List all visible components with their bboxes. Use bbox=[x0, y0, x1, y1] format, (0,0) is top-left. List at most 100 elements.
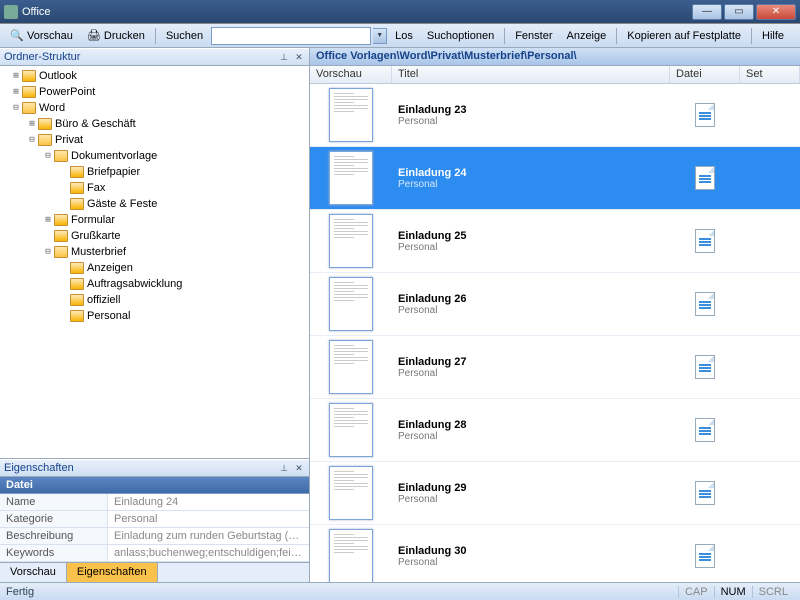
list-item[interactable]: Einladung 26Personal bbox=[310, 273, 800, 336]
folder-icon bbox=[22, 86, 36, 98]
tree-node[interactable]: Fax bbox=[2, 180, 307, 196]
print-icon: 🖨 bbox=[87, 29, 101, 43]
expand-icon[interactable]: ⊞ bbox=[26, 119, 38, 129]
expand-icon[interactable]: ⊞ bbox=[42, 215, 54, 225]
template-list[interactable]: Einladung 23PersonalEinladung 24Personal… bbox=[310, 84, 800, 582]
item-title: Einladung 28 bbox=[398, 419, 664, 431]
tree-node[interactable]: ⊟Dokumentvorlage bbox=[2, 148, 307, 164]
properties-pane: Eigenschaften ⊥ ✕ Datei NameEinladung 24… bbox=[0, 458, 309, 562]
expand-icon[interactable]: ⊟ bbox=[42, 247, 54, 257]
expand-icon[interactable]: ⊟ bbox=[26, 135, 38, 145]
tree-node[interactable]: ⊟Word bbox=[2, 100, 307, 116]
list-header: Vorschau Titel Datei Set bbox=[310, 66, 800, 84]
tree-label: Gäste & Feste bbox=[87, 198, 157, 210]
kopieren-button[interactable]: Kopieren auf Festplatte bbox=[621, 28, 747, 44]
tab-eigenschaften[interactable]: Eigenschaften bbox=[67, 563, 158, 582]
property-value[interactable]: Einladung zum runden Geburtstag (Run bbox=[108, 528, 309, 544]
list-item[interactable]: Einladung 25Personal bbox=[310, 210, 800, 273]
document-icon bbox=[695, 355, 715, 379]
properties-header: Eigenschaften ⊥ ✕ bbox=[0, 459, 309, 477]
list-item[interactable]: Einladung 28Personal bbox=[310, 399, 800, 462]
item-category: Personal bbox=[398, 116, 664, 127]
tree-label: Büro & Geschäft bbox=[55, 118, 136, 130]
pin-icon[interactable]: ⊥ bbox=[278, 51, 290, 63]
properties-group-header[interactable]: Datei bbox=[0, 477, 309, 494]
document-icon bbox=[695, 103, 715, 127]
tree-node[interactable]: Auftragsabwicklung bbox=[2, 276, 307, 292]
col-titel[interactable]: Titel bbox=[392, 66, 670, 83]
tree-label: Formular bbox=[71, 214, 115, 226]
minimize-button[interactable]: — bbox=[692, 4, 722, 20]
list-item[interactable]: Einladung 23Personal bbox=[310, 84, 800, 147]
col-datei[interactable]: Datei bbox=[670, 66, 740, 83]
tree-node[interactable]: ⊞ Büro & Geschäft bbox=[2, 116, 307, 132]
folder-icon bbox=[70, 166, 84, 178]
toolbar: 🔍 Vorschau 🖨 Drucken Suchen ▼ Los Suchop… bbox=[0, 24, 800, 48]
maximize-button[interactable]: ▭ bbox=[724, 4, 754, 20]
property-row[interactable]: KategoriePersonal bbox=[0, 511, 309, 528]
item-title: Einladung 29 bbox=[398, 482, 664, 494]
los-button[interactable]: Los bbox=[389, 28, 419, 44]
property-value[interactable]: Personal bbox=[108, 511, 309, 527]
close-icon[interactable]: ✕ bbox=[293, 462, 305, 474]
tree-label: Personal bbox=[87, 310, 130, 322]
property-value[interactable]: anlass;buchenweg;entschuldigen;feier; bbox=[108, 545, 309, 561]
tree-label: Anzeigen bbox=[87, 262, 133, 274]
window-title: Office bbox=[22, 6, 51, 18]
expand-icon[interactable]: ⊟ bbox=[10, 103, 22, 113]
fenster-button[interactable]: Fenster bbox=[509, 28, 558, 44]
expand-icon[interactable]: ⊞ bbox=[10, 87, 22, 97]
folder-icon bbox=[54, 150, 68, 162]
hilfe-button[interactable]: Hilfe bbox=[756, 28, 790, 44]
tree-label: Outlook bbox=[39, 70, 77, 82]
list-item[interactable]: Einladung 24Personal bbox=[310, 147, 800, 210]
property-row[interactable]: NameEinladung 24 bbox=[0, 494, 309, 511]
property-row[interactable]: Keywordsanlass;buchenweg;entschuldigen;f… bbox=[0, 545, 309, 562]
search-dropdown-button[interactable]: ▼ bbox=[373, 28, 387, 44]
expand-icon[interactable]: ⊞ bbox=[10, 71, 22, 81]
item-category: Personal bbox=[398, 557, 664, 568]
folder-icon bbox=[22, 70, 36, 82]
list-item[interactable]: Einladung 27Personal bbox=[310, 336, 800, 399]
vorschau-button[interactable]: 🔍 Vorschau bbox=[4, 27, 79, 45]
search-input[interactable] bbox=[211, 27, 371, 45]
tree-node[interactable]: Personal bbox=[2, 308, 307, 324]
folder-icon bbox=[70, 262, 84, 274]
list-item[interactable]: Einladung 29Personal bbox=[310, 462, 800, 525]
pin-icon[interactable]: ⊥ bbox=[278, 462, 290, 474]
close-button[interactable]: ✕ bbox=[756, 4, 796, 20]
list-item[interactable]: Einladung 30Personal bbox=[310, 525, 800, 582]
drucken-button[interactable]: 🖨 Drucken bbox=[81, 27, 151, 45]
tab-vorschau[interactable]: Vorschau bbox=[0, 563, 67, 582]
expand-icon[interactable]: ⊟ bbox=[42, 151, 54, 161]
tree-node[interactable]: Gäste & Feste bbox=[2, 196, 307, 212]
item-title: Einladung 24 bbox=[398, 167, 664, 179]
tree-label: Musterbrief bbox=[71, 246, 126, 258]
tree-node[interactable]: ⊟Privat bbox=[2, 132, 307, 148]
anzeige-button[interactable]: Anzeige bbox=[560, 28, 612, 44]
tree-node[interactable]: Briefpapier bbox=[2, 164, 307, 180]
folder-icon bbox=[38, 134, 52, 146]
thumbnail bbox=[329, 151, 373, 205]
col-vorschau[interactable]: Vorschau bbox=[310, 66, 392, 83]
tree-node[interactable]: Grußkarte bbox=[2, 228, 307, 244]
tree-node[interactable]: ⊟ Musterbrief bbox=[2, 244, 307, 260]
titlebar[interactable]: Office — ▭ ✕ bbox=[0, 0, 800, 24]
close-icon[interactable]: ✕ bbox=[293, 51, 305, 63]
folder-tree[interactable]: ⊞ Outlook ⊞PowerPoint⊟Word ⊞ Büro & Geschäft… bbox=[0, 66, 309, 458]
folder-icon bbox=[54, 214, 68, 226]
tree-node[interactable]: Anzeigen bbox=[2, 260, 307, 276]
tree-node[interactable]: offiziell bbox=[2, 292, 307, 308]
tree-node[interactable]: ⊞ Formular bbox=[2, 212, 307, 228]
suchoptionen-button[interactable]: Suchoptionen bbox=[421, 28, 500, 44]
property-value[interactable]: Einladung 24 bbox=[108, 494, 309, 510]
tree-label: Grußkarte bbox=[71, 230, 121, 242]
property-row[interactable]: BeschreibungEinladung zum runden Geburts… bbox=[0, 528, 309, 545]
status-cap: CAP bbox=[678, 586, 714, 598]
thumbnail bbox=[329, 529, 373, 582]
app-window: Office — ▭ ✕ 🔍 Vorschau 🖨 Drucken Suchen… bbox=[0, 0, 800, 600]
item-title: Einladung 26 bbox=[398, 293, 664, 305]
tree-node[interactable]: ⊞ Outlook bbox=[2, 68, 307, 84]
tree-node[interactable]: ⊞PowerPoint bbox=[2, 84, 307, 100]
col-set[interactable]: Set bbox=[740, 66, 800, 83]
